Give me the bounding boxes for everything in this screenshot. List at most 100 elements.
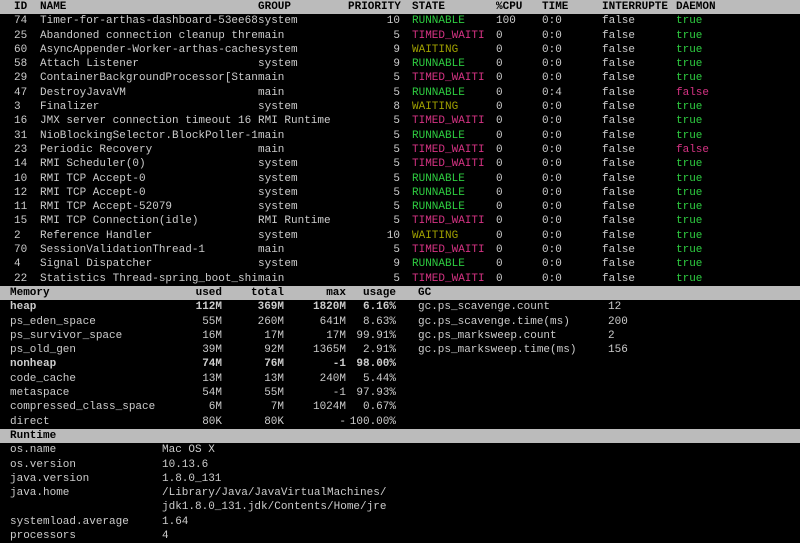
thread-time: 0:4 <box>542 86 602 100</box>
mem-total: 260M <box>222 315 284 329</box>
thread-group: system <box>258 14 348 28</box>
thread-state: TIMED_WAITI <box>412 243 496 257</box>
thread-priority: 5 <box>348 157 412 171</box>
mem-used: 74M <box>164 357 222 371</box>
thread-state: RUNNABLE <box>412 57 496 71</box>
mem-total: 369M <box>222 300 284 314</box>
runtime-row: java.version1.8.0_131 <box>0 472 800 486</box>
thread-group: system <box>258 172 348 186</box>
mem-usage: 8.63% <box>346 315 408 329</box>
thread-group: system <box>258 229 348 243</box>
runtime-label: systemload.average <box>2 515 162 529</box>
thread-id: 4 <box>2 257 40 271</box>
thread-daemon: true <box>676 129 736 143</box>
mem-name: metaspace <box>2 386 164 400</box>
thread-cpu: 0 <box>496 186 542 200</box>
mem-used: 55M <box>164 315 222 329</box>
thread-interrupte: false <box>602 200 676 214</box>
runtime-label: os.name <box>2 443 162 457</box>
memory-row: compressed_class_space6M7M1024M0.67% <box>0 400 800 414</box>
thread-id: 16 <box>2 114 40 128</box>
thread-cpu: 0 <box>496 172 542 186</box>
thread-priority: 5 <box>348 243 412 257</box>
thread-priority: 9 <box>348 57 412 71</box>
mem-usage: 97.93% <box>346 386 408 400</box>
thread-group: system <box>258 257 348 271</box>
thread-time: 0:0 <box>542 14 602 28</box>
thread-daemon: true <box>676 229 736 243</box>
thread-time: 0:0 <box>542 100 602 114</box>
thread-name: AsyncAppender-Worker-arthas-cache. <box>40 43 258 57</box>
thread-priority: 5 <box>348 71 412 85</box>
thread-state: WAITING <box>412 229 496 243</box>
thread-row: 74Timer-for-arthas-dashboard-53ee689syst… <box>0 14 800 28</box>
thread-state: RUNNABLE <box>412 14 496 28</box>
threads-header: IDNAMEGROUPPRIORITYSTATE%CPUTIMEINTERRUP… <box>0 0 800 14</box>
memory-row: metaspace54M55M-197.93% <box>0 386 800 400</box>
thread-row: 11RMI TCP Accept-52079system5RUNNABLE00:… <box>0 200 800 214</box>
memory-table: heap112M369M1820M6.16%gc.ps_scavenge.cou… <box>0 300 800 429</box>
thread-row: 25Abandoned connection cleanup threamain… <box>0 29 800 43</box>
thread-cpu: 0 <box>496 29 542 43</box>
thread-id: 2 <box>2 229 40 243</box>
thread-cpu: 0 <box>496 71 542 85</box>
thread-name: SessionValidationThread-1 <box>40 243 258 257</box>
thread-state: RUNNABLE <box>412 172 496 186</box>
thread-row: 31NioBlockingSelector.BlockPoller-1main5… <box>0 129 800 143</box>
thread-row: 47DestroyJavaVMmain5RUNNABLE00:4falsefal… <box>0 86 800 100</box>
thread-group: system <box>258 43 348 57</box>
thread-time: 0:0 <box>542 243 602 257</box>
thread-time: 0:0 <box>542 200 602 214</box>
thread-row: 70SessionValidationThread-1main5TIMED_WA… <box>0 243 800 257</box>
thread-priority: 5 <box>348 114 412 128</box>
thread-priority: 5 <box>348 29 412 43</box>
mem-name: heap <box>2 300 164 314</box>
memory-row: heap112M369M1820M6.16%gc.ps_scavenge.cou… <box>0 300 800 314</box>
runtime-label: java.home <box>2 486 162 500</box>
thread-group: system <box>258 57 348 71</box>
thread-name: Attach Listener <box>40 57 258 71</box>
thread-state: TIMED_WAITI <box>412 272 496 286</box>
gc-value: 200 <box>608 315 668 329</box>
thread-time: 0:0 <box>542 214 602 228</box>
memory-row: code_cache13M13M240M5.44% <box>0 372 800 386</box>
memory-row: ps_survivor_space16M17M17M99.91%gc.ps_ma… <box>0 329 800 343</box>
thread-group: main <box>258 129 348 143</box>
thread-group: main <box>258 71 348 85</box>
gc-value: 156 <box>608 343 668 357</box>
thread-row: 10RMI TCP Accept-0system5RUNNABLE00:0fal… <box>0 172 800 186</box>
thread-group: RMI Runtime <box>258 214 348 228</box>
memory-header: MemoryusedtotalmaxusageGC <box>0 286 800 300</box>
thread-group: main <box>258 86 348 100</box>
runtime-table: os.nameMac OS Xos.version10.13.6java.ver… <box>0 443 800 543</box>
thread-id: 23 <box>2 143 40 157</box>
mem-max: -1 <box>284 386 346 400</box>
thread-daemon: false <box>676 143 736 157</box>
thread-daemon: true <box>676 172 736 186</box>
thread-id: 60 <box>2 43 40 57</box>
thread-interrupte: false <box>602 229 676 243</box>
thread-interrupte: false <box>602 172 676 186</box>
thread-row: 22Statistics Thread-spring_boot_shirmain… <box>0 272 800 286</box>
thread-id: 74 <box>2 14 40 28</box>
runtime-value: 1.8.0_131 <box>162 472 798 486</box>
thread-cpu: 0 <box>496 157 542 171</box>
thread-interrupte: false <box>602 14 676 28</box>
thread-name: Statistics Thread-spring_boot_shir <box>40 272 258 286</box>
runtime-value: Mac OS X <box>162 443 798 457</box>
thread-time: 0:0 <box>542 114 602 128</box>
mem-usage: 6.16% <box>346 300 408 314</box>
thread-id: 11 <box>2 200 40 214</box>
runtime-row: systemload.average1.64 <box>0 515 800 529</box>
thread-row: 12RMI TCP Accept-0system5RUNNABLE00:0fal… <box>0 186 800 200</box>
memory-row: ps_eden_space55M260M641M8.63%gc.ps_scave… <box>0 315 800 329</box>
thread-cpu: 0 <box>496 143 542 157</box>
thread-id: 31 <box>2 129 40 143</box>
thread-name: Timer-for-arthas-dashboard-53ee689 <box>40 14 258 28</box>
thread-id: 12 <box>2 186 40 200</box>
mem-used: 80K <box>164 415 222 429</box>
thread-name: Signal Dispatcher <box>40 257 258 271</box>
thread-priority: 5 <box>348 129 412 143</box>
thread-row: 60AsyncAppender-Worker-arthas-cache.syst… <box>0 43 800 57</box>
thread-interrupte: false <box>602 143 676 157</box>
